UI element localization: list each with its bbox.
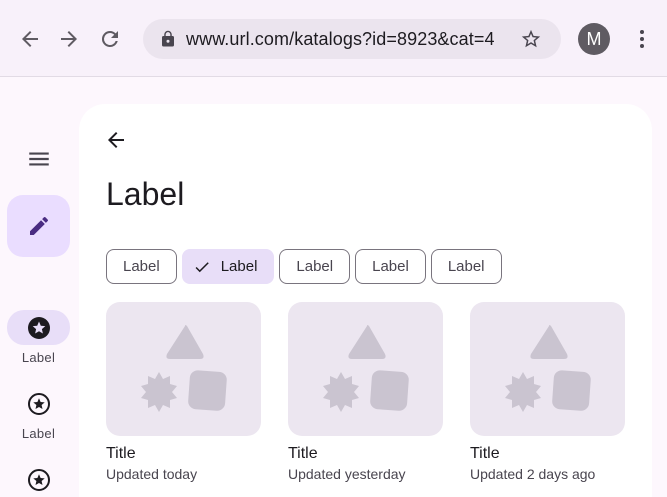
star-circle-icon [27,316,50,339]
star-circle-icon [27,392,50,415]
rail-item-2[interactable]: Label [7,386,70,441]
thumbnail [288,302,443,436]
check-icon [195,261,209,272]
filter-chip-group: Label Label Label Label Label [106,249,502,284]
url-text[interactable]: www.url.com/katalogs?id=8923&cat=4 [186,29,495,50]
chip-label: Label [447,258,485,275]
thumbnail [470,302,625,436]
more-vert-icon[interactable] [630,27,654,51]
chip-label: Label [296,258,334,275]
rail-indicator [7,462,70,497]
filter-chip[interactable]: Label [430,249,502,284]
image-placeholder-icon [323,325,409,412]
back-arrow-icon[interactable] [104,128,128,152]
card-title: Title [288,445,318,462]
compose-fab[interactable] [7,195,70,257]
rail-indicator [7,386,70,421]
edit-pencil-icon [29,216,48,235]
rail-item-1[interactable]: Label [7,310,70,365]
star-outline-icon[interactable] [520,28,542,50]
lock-icon [162,30,174,47]
chip-label: Label [220,258,258,275]
card-title: Title [106,445,136,462]
avatar-initial: M [586,28,602,49]
reload-icon [101,30,118,47]
reload-button[interactable] [95,24,125,54]
address-bar[interactable]: www.url.com/katalogs?id=8923&cat=4 [143,19,561,59]
chip-label: Label [123,258,160,275]
rail-active-indicator [7,310,70,345]
page-title: Label [106,176,185,212]
card-title: Title [470,445,500,462]
catalog-card[interactable]: Title Updated 2 days ago [470,302,625,482]
profile-avatar[interactable]: M [578,23,610,55]
filter-chip[interactable]: Label [106,249,177,284]
rail-item-label: Label [21,426,56,441]
chip-label: Label [372,258,409,275]
browser-toolbar: www.url.com/katalogs?id=8923&cat=4 M [0,0,667,77]
forward-button[interactable] [54,24,84,54]
catalog-card[interactable]: Title Updated today [106,302,261,482]
card-subtitle: Updated 2 days ago [470,466,596,482]
hamburger-menu-icon[interactable] [26,146,52,172]
image-placeholder-icon [505,325,591,412]
catalog-card[interactable]: Title Updated yesterday [288,302,443,482]
card-subtitle: Updated today [106,466,198,482]
image-placeholder-icon [141,325,227,412]
back-button[interactable] [15,24,45,54]
back-arrow-icon [22,31,38,47]
rail-item-3[interactable] [7,462,70,497]
card-subtitle: Updated yesterday [288,466,406,482]
filter-chip[interactable]: Label [355,249,426,284]
filter-chip-selected[interactable]: Label [181,249,275,284]
rail-item-label: Label [21,350,56,365]
thumbnail [106,302,261,436]
forward-arrow-icon [61,31,77,47]
filter-chip[interactable]: Label [279,249,351,284]
star-circle-icon [27,468,50,491]
